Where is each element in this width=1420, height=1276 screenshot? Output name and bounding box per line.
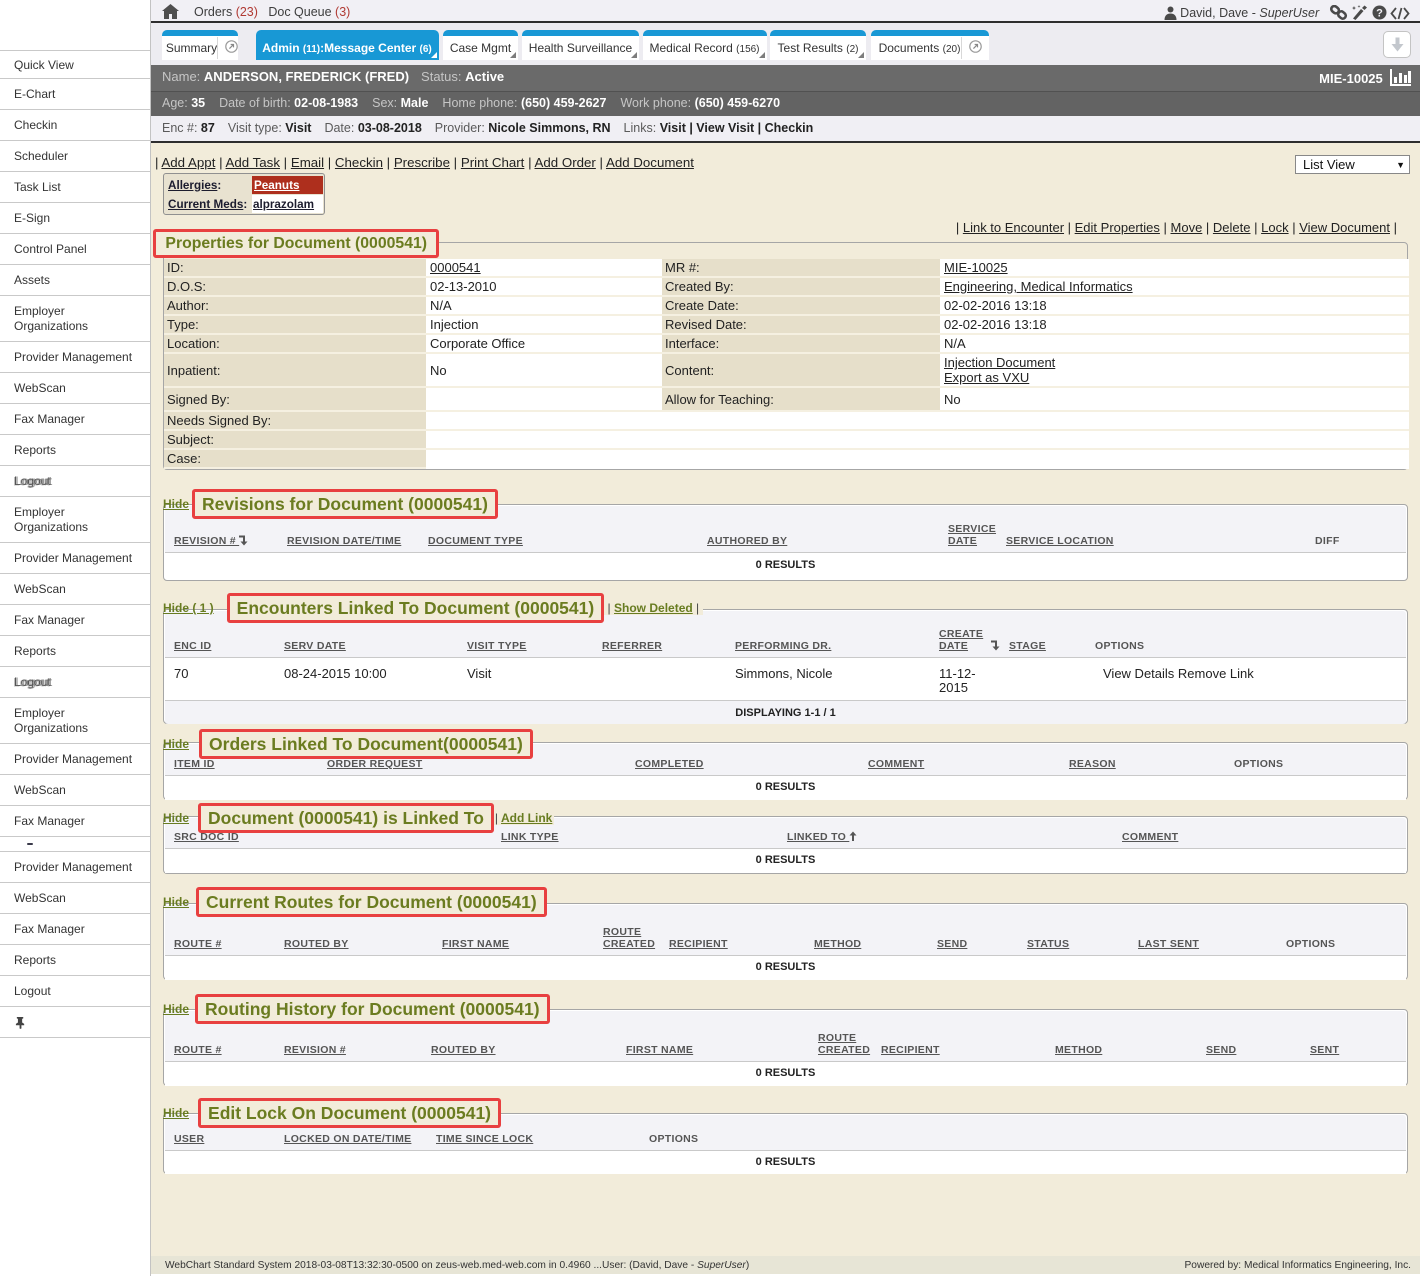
svg-text:?: ? bbox=[1376, 7, 1383, 19]
